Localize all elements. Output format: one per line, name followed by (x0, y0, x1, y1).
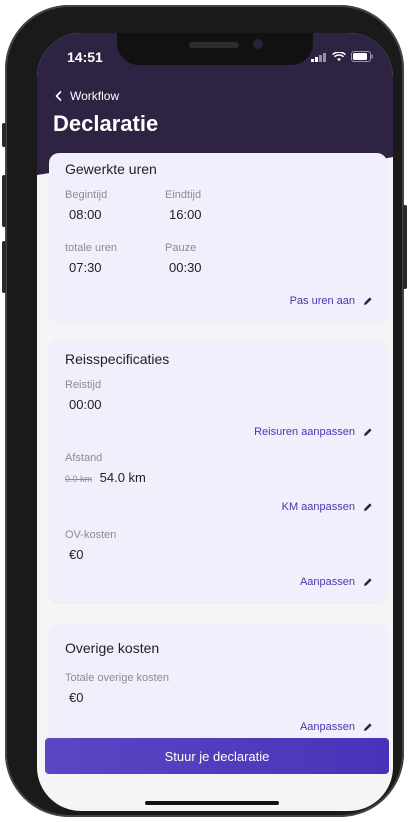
pause-value: 00:30 (169, 260, 202, 275)
status-icons (311, 51, 373, 62)
edit-other-costs-button[interactable]: Aanpassen (65, 721, 373, 733)
phone-frame: 14:51 Workflow Declaratie Gewerkte uren … (2, 5, 407, 817)
edit-ov-costs-button[interactable]: Aanpassen (65, 576, 373, 588)
notch (117, 33, 313, 65)
page-title: Declaratie (53, 111, 159, 136)
end-time-value: 16:00 (169, 207, 202, 222)
distance-value: 54.0 km (99, 470, 146, 485)
pencil-icon (364, 428, 372, 436)
wifi-icon (332, 52, 346, 61)
submit-declaration-button[interactable]: Stuur je declaratie (45, 738, 389, 774)
pencil-icon (364, 578, 372, 586)
pencil-icon (364, 503, 372, 511)
distance-old-value: 0.0 km (65, 474, 93, 484)
ov-costs-label: OV-kosten (65, 529, 117, 541)
distance-label: Afstand (65, 452, 103, 464)
other-costs-total-value: €0 (69, 690, 84, 705)
content: Gewerkte uren Begintijd 08:00 Eindtijd 1… (49, 153, 387, 759)
pause-label: Pauze (165, 242, 197, 254)
total-hours-value: 07:30 (69, 260, 102, 275)
other-costs-card: Overige kosten Totale overige kosten €0 … (49, 624, 387, 747)
back-label: Workflow (70, 89, 120, 103)
signal-icon (311, 53, 326, 62)
start-time-label: Begintijd (65, 189, 108, 201)
hours-card-title: Gewerkte uren (65, 161, 157, 177)
travel-time-label: Reistijd (65, 379, 102, 391)
screen: 14:51 Workflow Declaratie Gewerkte uren … (37, 33, 393, 811)
travel-card-title: Reisspecificaties (65, 351, 170, 367)
end-time-label: Eindtijd (165, 189, 202, 201)
total-hours-label: totale uren (65, 242, 117, 254)
speaker (189, 42, 239, 48)
status-time: 14:51 (67, 49, 103, 65)
other-costs-total-label: Totale overige kosten (65, 672, 169, 684)
pencil-icon (364, 723, 372, 731)
edit-travel-hours-button[interactable]: Reisuren aanpassen (65, 426, 373, 438)
volume-down-button (2, 241, 6, 293)
edit-km-button[interactable]: KM aanpassen (65, 501, 373, 513)
battery-icon (351, 51, 373, 62)
other-costs-card-title: Overige kosten (65, 640, 160, 656)
edit-travel-hours-label: Reisuren aanpassen (254, 426, 355, 438)
edit-hours-label: Pas uren aan (289, 295, 355, 307)
hours-card: Gewerkte uren Begintijd 08:00 Eindtijd 1… (49, 153, 387, 321)
edit-hours-button[interactable]: Pas uren aan (65, 295, 373, 307)
ov-costs-value: €0 (69, 547, 84, 562)
status-bar: 14:51 (37, 33, 393, 77)
back-link[interactable]: Workflow (55, 89, 119, 103)
edit-km-label: KM aanpassen (281, 501, 355, 513)
power-button (403, 205, 407, 289)
mute-switch (2, 123, 6, 147)
volume-up-button (2, 175, 6, 227)
chevron-left-icon (55, 91, 62, 101)
edit-other-costs-label: Aanpassen (299, 721, 355, 733)
travel-card: Reisspecificaties Reistijd 00:00 Reisure… (49, 339, 387, 602)
travel-time-value: 00:00 (69, 397, 102, 412)
edit-ov-costs-label: Aanpassen (299, 576, 355, 588)
camera (253, 39, 263, 49)
start-time-value: 08:00 (69, 207, 102, 222)
home-indicator (145, 801, 279, 805)
pencil-icon (364, 297, 372, 305)
